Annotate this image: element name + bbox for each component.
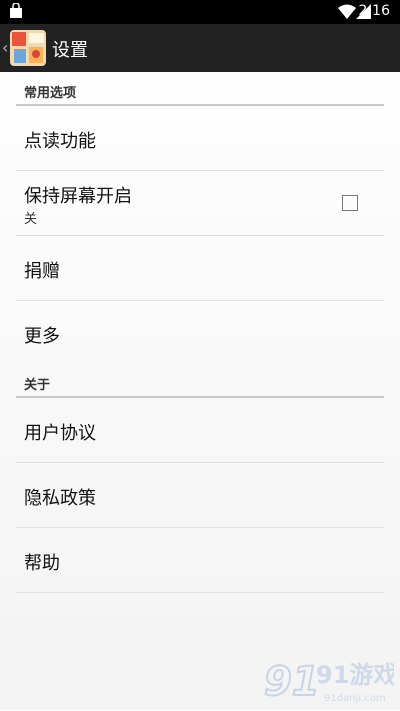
pref-item-help[interactable]: 帮助 <box>16 528 384 593</box>
pref-item-label: 更多 <box>24 326 60 347</box>
section-header-common: 常用选项 <box>16 76 384 106</box>
status-time: 2:16 <box>358 3 390 19</box>
action-bar: ‹ 设置 <box>0 24 400 72</box>
pref-item-label: 保持屏幕开启 <box>24 186 132 207</box>
pref-item-label: 用户协议 <box>24 423 96 444</box>
section-header-label: 常用选项 <box>24 86 77 101</box>
wifi-icon <box>338 4 356 23</box>
pref-item-user-agreement[interactable]: 用户协议 <box>16 398 384 463</box>
section-header-about: 关于 <box>16 368 384 398</box>
pref-item-more[interactable]: 更多 <box>16 301 384 365</box>
pref-item-label: 捐赠 <box>24 261 60 282</box>
svg-text:91: 91 <box>264 659 320 705</box>
shopping-bag-icon <box>9 2 23 23</box>
keep-screen-on-checkbox[interactable] <box>342 195 358 211</box>
section-header-label: 关于 <box>24 378 51 393</box>
app-icon[interactable] <box>10 30 46 66</box>
pref-item-label: 隐私政策 <box>24 488 96 509</box>
pref-item-read-aloud[interactable]: 点读功能 <box>16 106 384 171</box>
watermark-subtext: 91danji.com <box>324 693 386 704</box>
pref-item-donate[interactable]: 捐赠 <box>16 236 384 301</box>
pref-item-label: 点读功能 <box>24 131 96 152</box>
pref-item-label: 帮助 <box>24 553 60 574</box>
pref-item-privacy-policy[interactable]: 隐私政策 <box>16 463 384 528</box>
pref-item-keep-screen-on[interactable]: 保持屏幕开启 关 <box>16 171 384 236</box>
chevron-left-icon[interactable]: ‹ <box>2 38 8 57</box>
watermark-text: 91游戏 <box>316 661 394 689</box>
pref-item-summary: 关 <box>24 212 38 227</box>
watermark-logo: 91 91游戏 91danji.com <box>263 655 397 707</box>
page-title: 设置 <box>52 40 88 61</box>
status-bar: 2:16 <box>0 0 400 24</box>
